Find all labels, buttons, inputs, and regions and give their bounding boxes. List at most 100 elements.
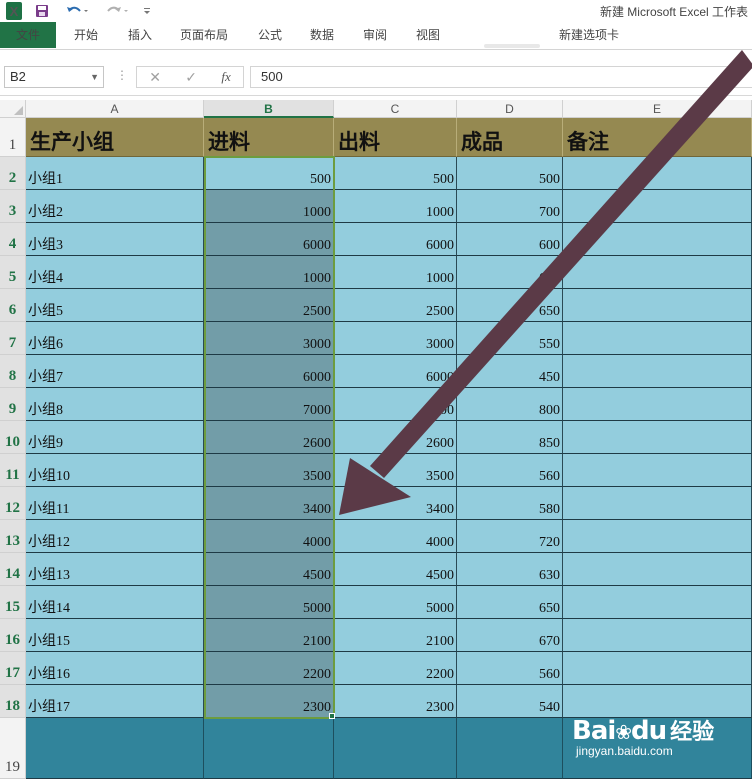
row-header-7[interactable]: 7 [0, 322, 26, 355]
customize-toolbar-icon[interactable] [140, 2, 154, 20]
cell-d2[interactable]: 500 [457, 157, 563, 190]
enter-icon[interactable]: ✓ [185, 69, 197, 86]
cell-a9[interactable]: 小组8 [26, 388, 204, 421]
cell-b9[interactable]: 7000 [204, 388, 334, 421]
cell-e9[interactable] [563, 388, 752, 421]
cell-e14[interactable] [563, 553, 752, 586]
row-header-18[interactable]: 18 [0, 685, 26, 718]
cell-e5[interactable] [563, 256, 752, 289]
cell-c14[interactable]: 4500 [334, 553, 457, 586]
cell-e8[interactable] [563, 355, 752, 388]
cell-b8[interactable]: 6000 [204, 355, 334, 388]
cell-b16[interactable]: 2100 [204, 619, 334, 652]
cell-a10[interactable]: 小组9 [26, 421, 204, 454]
cell-e2[interactable] [563, 157, 752, 190]
cell-d14[interactable]: 630 [457, 553, 563, 586]
cell-b6[interactable]: 2500 [204, 289, 334, 322]
tab-file[interactable]: 文件 [0, 22, 56, 48]
chevron-down-icon[interactable]: ▼ [90, 67, 99, 87]
header-cell-d[interactable]: 成品 [457, 118, 563, 157]
tab-data[interactable]: 数据 [302, 22, 342, 48]
row-header-16[interactable]: 16 [0, 619, 26, 652]
cell-e16[interactable] [563, 619, 752, 652]
cell-a17[interactable]: 小组16 [26, 652, 204, 685]
cell-e12[interactable] [563, 487, 752, 520]
cell-d5[interactable]: 600 [457, 256, 563, 289]
cell-d11[interactable]: 560 [457, 454, 563, 487]
header-cell-b[interactable]: 进料 [204, 118, 334, 157]
row-header-10[interactable]: 10 [0, 421, 26, 454]
cell-e4[interactable] [563, 223, 752, 256]
cell-e19[interactable] [563, 718, 752, 779]
tab-new-tab[interactable]: 新建选项卡 [552, 22, 626, 48]
row-header-4[interactable]: 4 [0, 223, 26, 256]
cell-a19[interactable] [26, 718, 204, 779]
cell-d6[interactable]: 650 [457, 289, 563, 322]
cell-a13[interactable]: 小组12 [26, 520, 204, 553]
cell-c10[interactable]: 2600 [334, 421, 457, 454]
row-header-3[interactable]: 3 [0, 190, 26, 223]
cell-e17[interactable] [563, 652, 752, 685]
row-header-13[interactable]: 13 [0, 520, 26, 553]
cell-c13[interactable]: 4000 [334, 520, 457, 553]
cell-e6[interactable] [563, 289, 752, 322]
cell-b2[interactable]: 500 [204, 157, 334, 190]
cell-d17[interactable]: 560 [457, 652, 563, 685]
name-box[interactable]: B2 ▼ [4, 66, 104, 88]
cell-c4[interactable]: 6000 [334, 223, 457, 256]
save-icon[interactable] [34, 2, 50, 20]
cell-a8[interactable]: 小组7 [26, 355, 204, 388]
cell-b10[interactable]: 2600 [204, 421, 334, 454]
row-header-1[interactable]: 1 [0, 118, 26, 157]
tab-page-layout[interactable]: 页面布局 [172, 22, 236, 48]
cell-e15[interactable] [563, 586, 752, 619]
tab-view[interactable]: 视图 [408, 22, 448, 48]
cell-b4[interactable]: 6000 [204, 223, 334, 256]
row-header-19[interactable]: 19 [0, 718, 26, 779]
row-header-17[interactable]: 17 [0, 652, 26, 685]
row-header-12[interactable]: 12 [0, 487, 26, 520]
column-header-c[interactable]: C [334, 100, 457, 118]
select-all-button[interactable] [0, 100, 26, 118]
row-header-15[interactable]: 15 [0, 586, 26, 619]
cell-d9[interactable]: 800 [457, 388, 563, 421]
cell-b18[interactable]: 2300 [204, 685, 334, 718]
cell-b17[interactable]: 2200 [204, 652, 334, 685]
cell-d16[interactable]: 670 [457, 619, 563, 652]
undo-icon[interactable] [64, 2, 90, 20]
cell-c16[interactable]: 2100 [334, 619, 457, 652]
header-cell-a[interactable]: 生产小组 [26, 118, 204, 157]
cell-b15[interactable]: 5000 [204, 586, 334, 619]
formula-input[interactable]: 500 [250, 66, 752, 88]
cell-c11[interactable]: 3500 [334, 454, 457, 487]
cell-b11[interactable]: 3500 [204, 454, 334, 487]
cell-a12[interactable]: 小组11 [26, 487, 204, 520]
row-header-8[interactable]: 8 [0, 355, 26, 388]
cell-a15[interactable]: 小组14 [26, 586, 204, 619]
header-cell-c[interactable]: 出料 [334, 118, 457, 157]
cell-a4[interactable]: 小组3 [26, 223, 204, 256]
row-header-6[interactable]: 6 [0, 289, 26, 322]
cell-a2[interactable]: 小组1 [26, 157, 204, 190]
cell-c12[interactable]: 3400 [334, 487, 457, 520]
cell-c6[interactable]: 2500 [334, 289, 457, 322]
cell-b7[interactable]: 3000 [204, 322, 334, 355]
cell-d4[interactable]: 600 [457, 223, 563, 256]
row-header-5[interactable]: 5 [0, 256, 26, 289]
cell-c17[interactable]: 2200 [334, 652, 457, 685]
cell-d18[interactable]: 540 [457, 685, 563, 718]
cell-a6[interactable]: 小组5 [26, 289, 204, 322]
cell-b13[interactable]: 4000 [204, 520, 334, 553]
column-header-d[interactable]: D [457, 100, 563, 118]
cell-d10[interactable]: 850 [457, 421, 563, 454]
cell-a5[interactable]: 小组4 [26, 256, 204, 289]
cell-d3[interactable]: 700 [457, 190, 563, 223]
cell-b3[interactable]: 1000 [204, 190, 334, 223]
cell-d7[interactable]: 550 [457, 322, 563, 355]
resize-handle-icon[interactable]: ⋮ [116, 68, 128, 82]
cell-c9[interactable]: 7000 [334, 388, 457, 421]
tab-home[interactable]: 开始 [64, 22, 108, 48]
cell-d15[interactable]: 650 [457, 586, 563, 619]
cell-a16[interactable]: 小组15 [26, 619, 204, 652]
row-header-2[interactable]: 2 [0, 157, 26, 190]
